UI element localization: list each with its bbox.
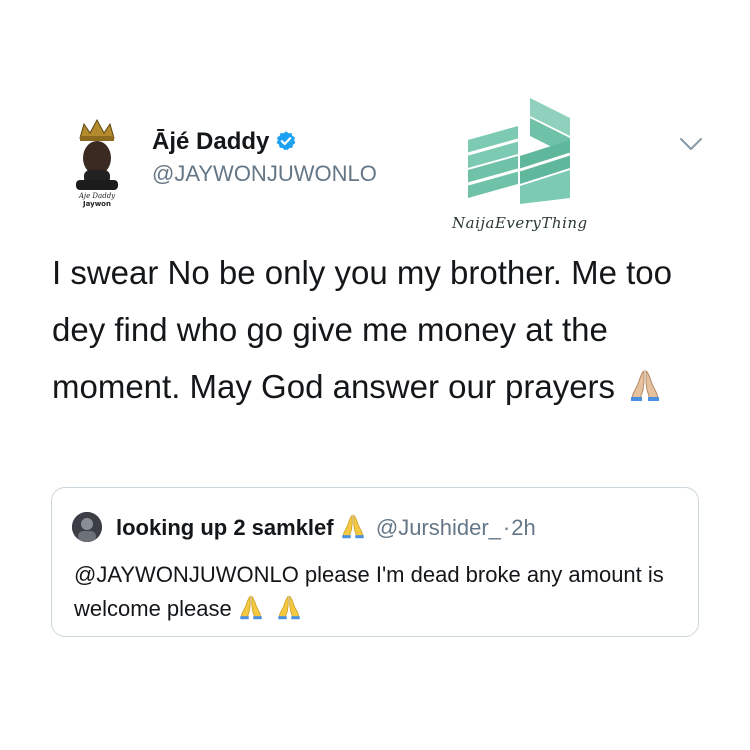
watermark-text: NaijaEveryThing bbox=[452, 214, 588, 232]
tweet-text: I swear No be only you my brother. Me to… bbox=[52, 244, 712, 415]
quoted-tweet-text-content: @JAYWONJUWONLO please I'm dead broke any… bbox=[74, 562, 664, 621]
quoted-separator: · bbox=[502, 515, 511, 540]
folded-hands-icon bbox=[631, 370, 660, 401]
folded-hands-icon bbox=[240, 595, 262, 620]
chevron-down-icon[interactable] bbox=[678, 134, 704, 154]
folded-hands-icon bbox=[278, 595, 300, 620]
author-avatar[interactable]: Aje Daddy Jaywon bbox=[66, 116, 128, 208]
quoted-author-avatar[interactable] bbox=[72, 512, 102, 542]
watermark-logo-icon bbox=[467, 98, 571, 204]
verified-badge-icon bbox=[276, 131, 296, 151]
quoted-author-handle[interactable]: @Jurshider_ bbox=[376, 515, 501, 540]
quoted-timestamp[interactable]: 2h bbox=[511, 515, 535, 540]
folded-hands-icon bbox=[342, 514, 364, 539]
quoted-tweet-header: looking up 2 samklef @Jurshider_·2h bbox=[116, 513, 536, 541]
quoted-author-name[interactable]: looking up 2 samklef bbox=[116, 515, 334, 540]
author-display-name[interactable]: Ājé Daddy bbox=[152, 128, 297, 156]
author-handle[interactable]: @JAYWONJUWONLO bbox=[152, 161, 377, 187]
quoted-tweet-text: @JAYWONJUWONLO please I'm dead broke any… bbox=[74, 558, 684, 626]
tweet-text-content: I swear No be only you my brother. Me to… bbox=[52, 254, 672, 405]
svg-text:Aje Daddy: Aje Daddy bbox=[78, 192, 116, 200]
author-name-text: Ājé Daddy bbox=[152, 128, 270, 155]
svg-text:Jaywon: Jaywon bbox=[82, 200, 111, 208]
quoted-tweet-card[interactable]: looking up 2 samklef @Jurshider_·2h @JAY… bbox=[51, 487, 699, 637]
